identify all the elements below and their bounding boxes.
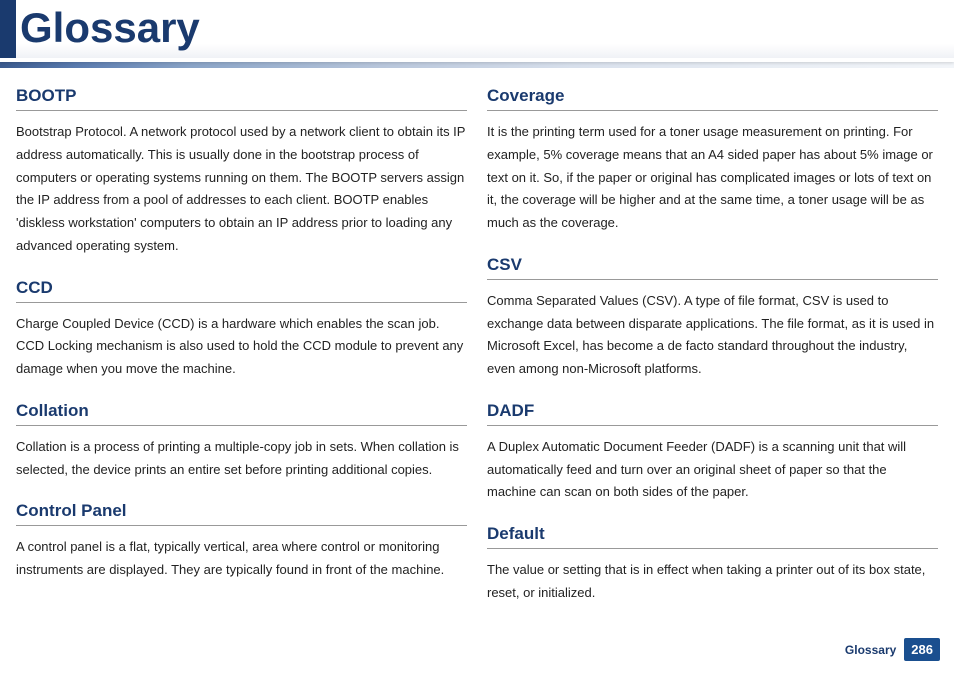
glossary-definition: A control panel is a flat, typically ver… [16,536,467,582]
glossary-term: Control Panel [16,501,467,526]
glossary-term: CSV [487,255,938,280]
glossary-entry: CCD Charge Coupled Device (CCD) is a har… [16,278,467,381]
glossary-entry: Collation Collation is a process of prin… [16,401,467,482]
glossary-entry: Default The value or setting that is in … [487,524,938,605]
glossary-entry: DADF A Duplex Automatic Document Feeder … [487,401,938,504]
glossary-term: BOOTP [16,86,467,111]
glossary-definition: Collation is a process of printing a mul… [16,436,467,482]
header: Glossary [0,0,954,62]
glossary-term: Default [487,524,938,549]
right-column: Coverage It is the printing term used fo… [487,86,938,625]
footer-section-label: Glossary [845,643,896,657]
glossary-entry: Control Panel A control panel is a flat,… [16,501,467,582]
glossary-term: CCD [16,278,467,303]
footer: Glossary 286 [845,638,940,661]
header-accent-bar [0,0,16,58]
left-column: BOOTP Bootstrap Protocol. A network prot… [16,86,467,625]
glossary-definition: A Duplex Automatic Document Feeder (DADF… [487,436,938,504]
content-area: BOOTP Bootstrap Protocol. A network prot… [0,68,954,625]
glossary-definition: The value or setting that is in effect w… [487,559,938,605]
glossary-definition: Comma Separated Values (CSV). A type of … [487,290,938,381]
glossary-definition: Bootstrap Protocol. A network protocol u… [16,121,467,258]
glossary-definition: It is the printing term used for a toner… [487,121,938,235]
glossary-term: Collation [16,401,467,426]
glossary-definition: Charge Coupled Device (CCD) is a hardwar… [16,313,467,381]
footer-page-number: 286 [904,638,940,661]
glossary-term: DADF [487,401,938,426]
glossary-term: Coverage [487,86,938,111]
page-title: Glossary [0,0,954,55]
glossary-entry: BOOTP Bootstrap Protocol. A network prot… [16,86,467,258]
glossary-entry: CSV Comma Separated Values (CSV). A type… [487,255,938,381]
glossary-entry: Coverage It is the printing term used fo… [487,86,938,235]
